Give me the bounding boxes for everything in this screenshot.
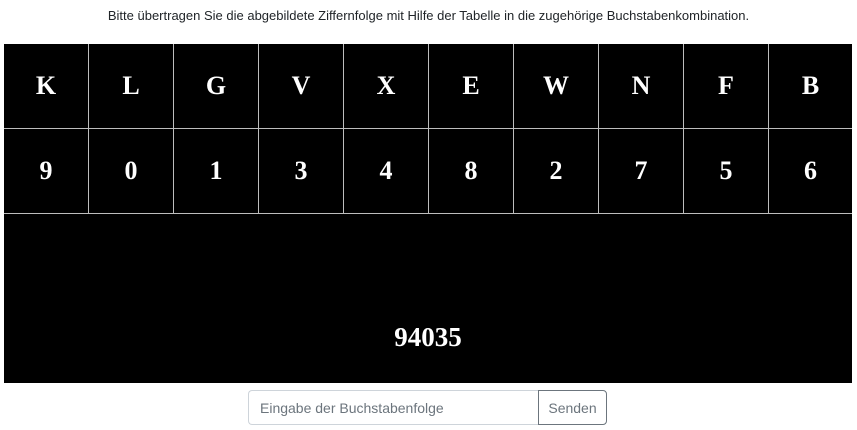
digit-cell: 8 bbox=[429, 129, 514, 214]
letter-cell: V bbox=[259, 44, 344, 129]
letter-cell: L bbox=[89, 44, 174, 129]
digit-cell: 9 bbox=[4, 129, 89, 214]
digit-cell: 4 bbox=[344, 129, 429, 214]
cipher-table: K L G V X E W N F B 9 0 1 3 4 8 2 7 5 6 bbox=[4, 44, 852, 214]
letter-cell: N bbox=[599, 44, 684, 129]
digit-cell: 7 bbox=[599, 129, 684, 214]
digit-cell: 2 bbox=[514, 129, 599, 214]
digit-cell: 5 bbox=[684, 129, 769, 214]
letter-cell: B bbox=[769, 44, 852, 129]
digit-cell: 0 bbox=[89, 129, 174, 214]
digit-cell: 3 bbox=[259, 129, 344, 214]
letter-cell: E bbox=[429, 44, 514, 129]
letter-cell: W bbox=[514, 44, 599, 129]
letter-cell: K bbox=[4, 44, 89, 129]
submit-button[interactable]: Senden bbox=[538, 390, 607, 425]
digit-cell: 6 bbox=[769, 129, 852, 214]
letter-sequence-input[interactable] bbox=[248, 390, 538, 425]
answer-form: Senden bbox=[248, 390, 607, 425]
digit-sequence: 94035 bbox=[394, 322, 462, 352]
code-panel: 94035 bbox=[4, 214, 852, 383]
letter-cell: G bbox=[174, 44, 259, 129]
letter-cell: X bbox=[344, 44, 429, 129]
digit-cell: 1 bbox=[174, 129, 259, 214]
instruction-text: Bitte übertragen Sie die abgebildete Zif… bbox=[107, 8, 750, 23]
letter-cell: F bbox=[684, 44, 769, 129]
